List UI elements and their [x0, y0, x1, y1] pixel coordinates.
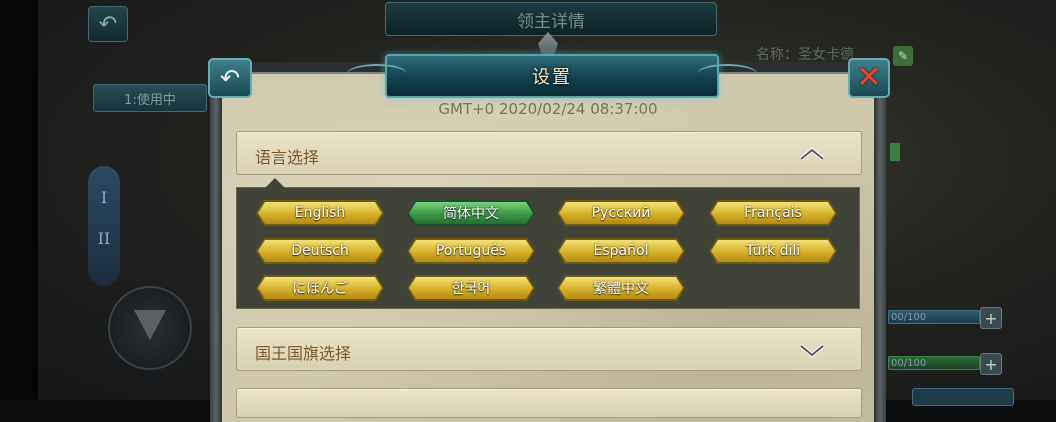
- left-edge: [0, 0, 38, 400]
- background-in-use-label: 1:使用中: [93, 84, 207, 112]
- language-button-label: Português: [435, 243, 507, 259]
- language-button[interactable]: English: [256, 200, 384, 226]
- language-button-label: Español: [593, 243, 649, 259]
- language-button[interactable]: 繁體中文: [557, 275, 685, 301]
- background-back-icon: ↶: [88, 6, 128, 42]
- chevron-down-icon: [799, 342, 825, 360]
- dialog-title: 设置: [532, 67, 572, 88]
- back-arrow-icon: ↶: [219, 64, 241, 92]
- language-button-label: 简体中文: [443, 206, 499, 222]
- background-progress-bar-1: 00/100: [888, 310, 980, 324]
- background-indicator: [890, 143, 900, 161]
- background-progress-bar-2: 00/100: [888, 356, 980, 370]
- edit-pen-icon: ✎: [893, 46, 913, 66]
- background-bottom-button: [912, 388, 1014, 406]
- close-button[interactable]: ✕: [848, 58, 890, 98]
- background-plus-icon-2: +: [980, 353, 1002, 375]
- background-tier-selector: I II: [88, 166, 120, 286]
- language-section-title: 语言选择: [255, 148, 320, 167]
- language-button-label: Français: [744, 205, 802, 221]
- language-button-label: English: [294, 205, 346, 221]
- next-section-header[interactable]: [236, 388, 862, 418]
- language-button-label: Türk dili: [745, 243, 801, 259]
- language-button[interactable]: Español: [557, 238, 685, 264]
- language-button-label: にほんご: [292, 281, 348, 297]
- back-button[interactable]: ↶: [208, 58, 252, 98]
- language-button[interactable]: 简体中文: [407, 200, 535, 226]
- language-button[interactable]: 한국어: [407, 275, 535, 301]
- language-button[interactable]: Français: [709, 200, 837, 226]
- background-skill-icon: [108, 286, 192, 370]
- tier-2-label: II: [97, 229, 111, 248]
- language-button[interactable]: にほんご: [256, 275, 384, 301]
- language-button[interactable]: Português: [407, 238, 535, 264]
- language-button[interactable]: Deutsch: [256, 238, 384, 264]
- dialog-title-plate: 设置: [347, 54, 757, 98]
- language-button-label: Русский: [591, 205, 651, 221]
- language-button-label: 繁體中文: [593, 281, 649, 297]
- language-section-header[interactable]: 语言选择: [236, 131, 862, 175]
- background-title: 领主详情: [385, 2, 717, 36]
- background-plus-icon-1: +: [980, 307, 1002, 329]
- chevron-up-icon: [799, 146, 825, 164]
- flag-section-title: 国王国旗选择: [255, 344, 352, 363]
- language-button-label: Deutsch: [291, 243, 349, 259]
- language-button[interactable]: Türk dili: [709, 238, 837, 264]
- server-time: GMT+0 2020/02/24 08:37:00: [438, 100, 658, 118]
- close-x-icon: ✕: [856, 60, 882, 95]
- tier-1-label: I: [100, 188, 108, 207]
- flag-section-header[interactable]: 国王国旗选择: [236, 327, 862, 371]
- language-button-label: 한국어: [451, 281, 491, 297]
- language-button[interactable]: Русский: [557, 200, 685, 226]
